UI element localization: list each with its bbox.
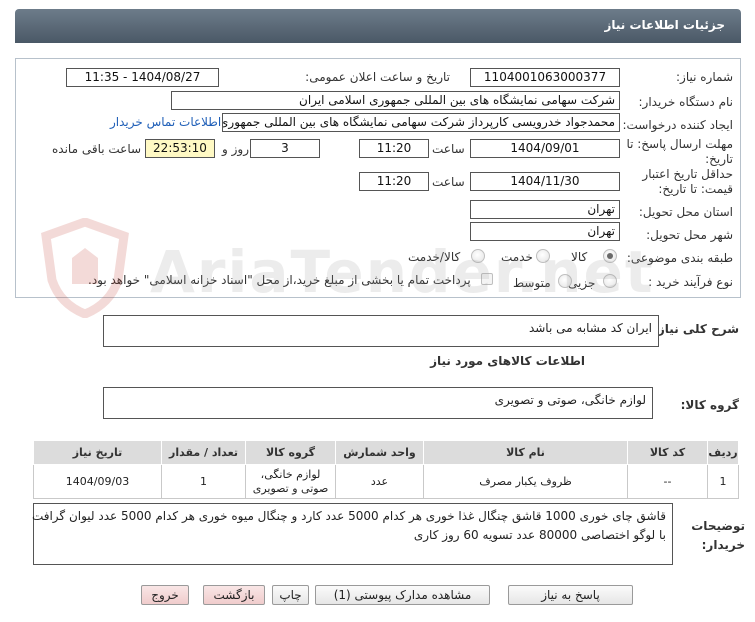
- exit-button[interactable]: خروج: [141, 585, 189, 605]
- validity-label: حداقل تاریخ اعتبار قیمت: تا تاریخ:: [642, 167, 733, 196]
- need-number-label: شماره نیاز:: [676, 70, 733, 84]
- cell-qty: 1: [161, 464, 246, 499]
- category-option-goods: کالا: [571, 250, 588, 264]
- col-code: کد کالا: [627, 440, 708, 465]
- requester-label: ایجاد کننده درخواست:: [622, 118, 733, 132]
- validity-date-field: 1404/11/30: [470, 172, 620, 191]
- cell-name: ظروف یکبار مصرف: [423, 464, 628, 499]
- days-label: روز و: [222, 142, 249, 156]
- requester-field: محمدجواد خدرویسی کارپرداز شرکت سهامی نما…: [222, 113, 620, 132]
- city-label: شهر محل تحویل:: [646, 228, 733, 242]
- cell-group: لوازم خانگی، صوتی و تصویری: [245, 464, 336, 499]
- category-option-service: خدمت: [501, 250, 533, 264]
- col-unit: واحد شمارش: [335, 440, 424, 465]
- category-radio-service[interactable]: [536, 249, 550, 263]
- category-radio-goods[interactable]: [603, 249, 617, 263]
- buyer-notes-line-2: با لوگو اختصاصی 80000 عدد تسویه 60 روز ک…: [413, 528, 666, 542]
- remaining-time-field: 22:53:10: [145, 139, 215, 158]
- process-option-minor: جزیی: [568, 276, 596, 290]
- goods-section-title: اطلاعات کالاهای مورد نیاز: [430, 354, 585, 368]
- need-number-field: 1104001063000377: [470, 68, 620, 87]
- view-attachments-button[interactable]: مشاهده مدارک پیوستی (1): [315, 585, 490, 605]
- category-label: طبقه بندی موضوعی:: [626, 251, 733, 265]
- cell-date: 1404/09/03: [33, 464, 162, 499]
- announce-label: تاریخ و ساعت اعلان عمومی:: [305, 70, 450, 84]
- days-remaining-field: 3: [250, 139, 320, 158]
- buyer-org-label: نام دستگاه خریدار:: [638, 95, 734, 109]
- buyer-org-field: شرکت سهامی نمایشگاه های بین المللی جمهور…: [171, 91, 620, 110]
- col-name: نام کالا: [423, 440, 628, 465]
- process-label: نوع فرآیند خرید :: [648, 275, 733, 289]
- goods-group-field: لوازم خانگی، صوتی و تصویری: [103, 387, 653, 419]
- announce-datetime-field: 1404/08/27 - 11:35: [66, 68, 219, 87]
- process-option-medium: متوسط: [513, 276, 551, 290]
- col-row: ردیف: [707, 440, 739, 465]
- remaining-time-label: ساعت باقی مانده: [52, 142, 142, 156]
- col-qty: تعداد / مقدار: [161, 440, 246, 465]
- cell-code: --: [627, 464, 708, 499]
- treasury-payment-note: پرداخت تمام یا بخشی از مبلغ خرید،از محل …: [88, 273, 471, 287]
- back-button[interactable]: بازگشت: [203, 585, 265, 605]
- reply-button[interactable]: پاسخ به نیاز: [508, 585, 633, 605]
- cell-row: 1: [707, 464, 739, 499]
- buyer-notes-line-1: قاشق چای خوری 1000 قاشق چنگال غذا خوری ه…: [31, 509, 666, 523]
- col-date: تاریخ نیاز: [33, 440, 162, 465]
- buyer-contact-link[interactable]: اطلاعات تماس خریدار: [110, 115, 221, 129]
- buyer-notes-field: قاشق چای خوری 1000 قاشق چنگال غذا خوری ه…: [31, 503, 673, 565]
- description-label: شرح کلی نیاز:: [653, 322, 739, 336]
- validity-time-field: 11:20: [359, 172, 429, 191]
- deadline-date-field: 1404/09/01: [470, 139, 620, 158]
- category-radio-goods-service[interactable]: [471, 249, 485, 263]
- goods-table: ردیف کد کالا نام کالا واحد شمارش گروه کا…: [33, 440, 739, 499]
- process-radio-minor[interactable]: [603, 274, 617, 288]
- treasury-payment-checkbox[interactable]: [481, 273, 493, 285]
- description-field: ایران کد مشابه می باشد: [103, 315, 659, 347]
- deadline-time-label: ساعت: [432, 142, 465, 156]
- print-button[interactable]: چاپ: [272, 585, 309, 605]
- buyer-notes-label: توضیحات خریدار:: [691, 519, 745, 552]
- validity-time-label: ساعت: [432, 175, 465, 189]
- cell-unit: عدد: [335, 464, 424, 499]
- deadline-time-field: 11:20: [359, 139, 429, 158]
- page-title: جزئیات اطلاعات نیاز: [604, 18, 725, 32]
- province-field: تهران: [470, 200, 620, 219]
- goods-table-header: ردیف کد کالا نام کالا واحد شمارش گروه کا…: [33, 440, 739, 465]
- table-row: 1 -- ظروف یکبار مصرف عدد لوازم خانگی، صو…: [33, 464, 739, 499]
- process-radio-medium[interactable]: [558, 274, 572, 288]
- page-header: جزئیات اطلاعات نیاز: [15, 9, 741, 43]
- deadline-label: مهلت ارسال پاسخ: تا تاریخ:: [626, 137, 733, 166]
- goods-group-label: گروه کالا:: [680, 398, 739, 412]
- province-label: استان محل تحویل:: [638, 205, 733, 219]
- city-field: تهران: [470, 222, 620, 241]
- col-group: گروه کالا: [245, 440, 336, 465]
- category-option-goods-service: کالا/خدمت: [408, 250, 461, 264]
